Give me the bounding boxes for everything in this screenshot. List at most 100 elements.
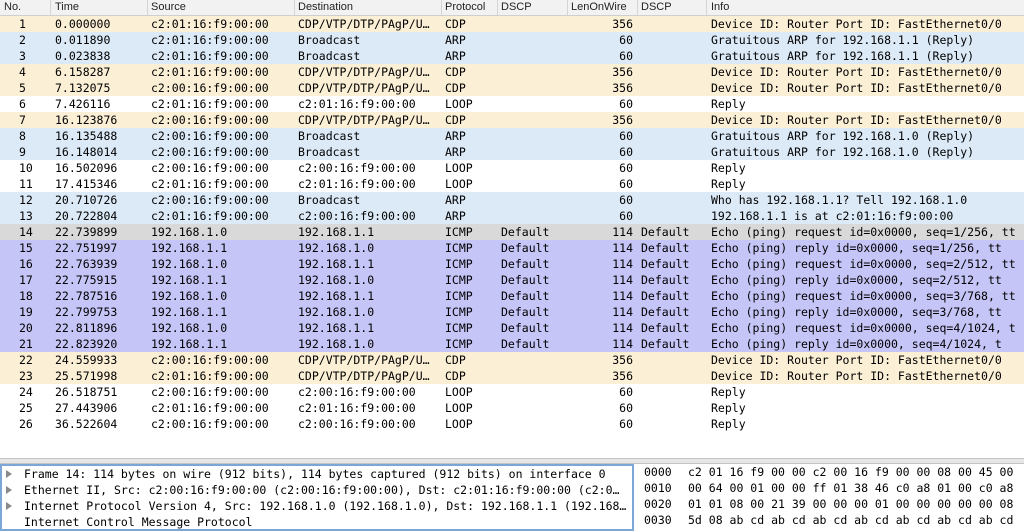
hex-bytes[interactable]: 5d 08 ab cd ab cd ab cd ab cd ab cd ab c… [688,513,1013,527]
detail-tree-row[interactable]: Internet Control Message Protocol [2,514,632,529]
packet-row[interactable]: 21 22.823920 192.168.1.1 192.168.1.0 ICMP Def… [0,336,1024,352]
packet-cell-proto: ARP [445,209,466,223]
packet-row[interactable]: 3 0.023838 c2:01:16:f9:00:00 Broadcast ARP 60… [0,48,1024,64]
packet-cell-src: c2:00:16:f9:00:00 [151,145,269,159]
hex-row: 0030 5d 08 ab cd ab cd ab cd ab cd ab cd … [640,512,1024,528]
packet-cell-info: Who has 192.168.1.1? Tell 192.168.1.0 [711,193,968,207]
column-header-dscp-2[interactable]: DSCP [641,1,672,13]
packet-cell-time: 7.132075 [55,81,111,95]
packet-cell-src: c2:01:16:f9:00:00 [151,33,269,47]
packet-cell-dst: 192.168.1.1 [298,321,375,335]
packet-cell-len: 60 [619,161,633,175]
column-separator[interactable] [294,0,295,15]
column-separator[interactable] [50,0,51,15]
packet-cell-src: 192.168.1.0 [151,257,228,271]
packet-row[interactable]: 19 22.799753 192.168.1.1 192.168.1.0 ICMP Def… [0,304,1024,320]
column-header-protocol[interactable]: Protocol [445,1,485,13]
packet-bytes-pane[interactable]: 0000 c2 01 16 f9 00 00 c2 00 16 f9 00 00 … [640,464,1024,531]
packet-row[interactable]: 1 0.000000 c2:01:16:f9:00:00 CDP/VTP/DTP/PA… [0,16,1024,32]
packet-row[interactable]: 4 6.158287 c2:01:16:f9:00:00 CDP/VTP/DTP/PA… [0,64,1024,80]
packet-cell-proto: ICMP [445,273,473,287]
packet-cell-info: Gratuitous ARP for 192.168.1.0 (Reply) [711,129,975,143]
packet-cell-dst: CDP/VTP/DTP/PAgP/U… [298,65,430,79]
packet-cell-dst: c2:01:16:f9:00:00 [298,401,416,415]
packet-cell-dscp2: Default [641,305,690,319]
packet-cell-proto: ARP [445,193,466,207]
expand-triangle-icon[interactable] [6,486,12,494]
hex-bytes[interactable]: c2 01 16 f9 00 00 c2 00 16 f9 00 00 08 0… [688,465,1013,479]
packet-row[interactable]: 9 16.148014 c2:00:16:f9:00:00 Broadcast ARP 6… [0,144,1024,160]
packet-cell-src: c2:01:16:f9:00:00 [151,401,269,415]
packet-row[interactable]: 11 17.415346 c2:01:16:f9:00:00 c2:01:16:f9:… [0,176,1024,192]
packet-row[interactable]: 2 0.011890 c2:01:16:f9:00:00 Broadcast ARP 60… [0,32,1024,48]
packet-row[interactable]: 5 7.132075 c2:00:16:f9:00:00 CDP/VTP/DTP/PA… [0,80,1024,96]
packet-cell-dscp: Default [501,289,550,303]
column-separator[interactable] [567,0,568,15]
detail-tree-row[interactable]: Frame 14: 114 bytes on wire (912 bits), … [2,466,632,482]
packet-row[interactable]: 15 22.751997 192.168.1.1 192.168.1.0 ICMP Def… [0,240,1024,256]
column-separator[interactable] [147,0,148,15]
column-header-no[interactable]: No. [4,1,21,13]
packet-cell-dst: Broadcast [298,193,361,207]
packet-cell-dst: c2:00:16:f9:00:00 [298,417,416,431]
packet-cell-info: Reply [711,385,746,399]
packet-cell-len: 60 [619,401,633,415]
packet-cell-info: Device ID: Router Port ID: FastEthernet0… [711,65,1002,79]
detail-tree-row[interactable]: Ethernet II, Src: c2:00:16:f9:00:00 (c2:… [2,482,632,498]
column-header-source[interactable]: Source [151,1,186,13]
packet-cell-time: 22.799753 [55,305,118,319]
detail-tree-label: Internet Protocol Version 4, Src: 192.16… [24,499,627,513]
column-header-lenonwire[interactable]: LenOnWire [571,1,627,13]
packet-row[interactable]: 13 20.722804 c2:01:16:f9:00:00 c2:00:16:f9:… [0,208,1024,224]
column-header-destination[interactable]: Destination [298,1,353,13]
packet-cell-len: 114 [612,225,633,239]
packet-cell-info: Echo (ping) reply id=0x0000, seq=4/1024,… [711,337,1002,351]
column-header-info[interactable]: Info [711,1,729,13]
packet-row[interactable]: 6 7.426116 c2:01:16:f9:00:00 c2:01:16:f9:00… [0,96,1024,112]
packet-cell-dst: c2:00:16:f9:00:00 [298,209,416,223]
packet-cell-time: 22.811896 [55,321,118,335]
packet-cell-src: c2:01:16:f9:00:00 [151,65,269,79]
packet-row[interactable]: 7 16.123876 c2:00:16:f9:00:00 CDP/VTP/DTP/P… [0,112,1024,128]
expand-triangle-icon[interactable] [6,470,12,478]
packet-cell-len: 60 [619,97,633,111]
packet-row[interactable]: 23 25.571998 c2:01:16:f9:00:00 CDP/VTP/DTP/… [0,368,1024,384]
packet-row[interactable]: 16 22.763939 192.168.1.0 192.168.1.1 ICMP Def… [0,256,1024,272]
packet-row[interactable]: 22 24.559933 c2:00:16:f9:00:00 CDP/VTP/DTP/… [0,352,1024,368]
packet-cell-time: 22.787516 [55,289,118,303]
packet-row[interactable]: 8 16.135488 c2:00:16:f9:00:00 Broadcast ARP 6… [0,128,1024,144]
column-separator[interactable] [441,0,442,15]
packet-cell-time: 22.763939 [55,257,118,271]
packet-cell-dscp: Default [501,241,550,255]
packet-cell-len: 60 [619,385,633,399]
expand-triangle-icon[interactable] [6,502,12,510]
detail-tree-row[interactable]: Internet Protocol Version 4, Src: 192.16… [2,498,632,514]
column-header-time[interactable]: Time [55,1,79,13]
packet-row[interactable]: 25 27.443906 c2:01:16:f9:00:00 c2:01:16:f9:… [0,400,1024,416]
packet-row[interactable]: 26 36.522604 c2:00:16:f9:00:00 c2:00:16:f9:… [0,416,1024,432]
hex-bytes[interactable]: 00 64 00 01 00 00 ff 01 38 46 c0 a8 01 0… [688,481,1013,495]
packet-cell-dscp: Default [501,257,550,271]
packet-row[interactable]: 18 22.787516 192.168.1.0 192.168.1.1 ICMP Def… [0,288,1024,304]
packet-row[interactable]: 12 20.710726 c2:00:16:f9:00:00 Broadcast ARP… [0,192,1024,208]
packet-cell-dst: 192.168.1.0 [298,337,375,351]
column-separator[interactable] [637,0,638,15]
packet-cell-src: c2:00:16:f9:00:00 [151,81,269,95]
packet-row[interactable]: 24 26.518751 c2:00:16:f9:00:00 c2:00:16:f9:… [0,384,1024,400]
packet-row[interactable]: 14 22.739899 192.168.1.0 192.168.1.1 ICMP Def… [0,224,1024,240]
packet-cell-dst: c2:01:16:f9:00:00 [298,177,416,191]
packet-list[interactable]: 1 0.000000 c2:01:16:f9:00:00 CDP/VTP/DTP/PA… [0,16,1024,458]
packet-cell-len: 114 [612,337,633,351]
packet-cell-dscp2: Default [641,289,690,303]
packet-row[interactable]: 10 16.502096 c2:00:16:f9:00:00 c2:00:16:f9:… [0,160,1024,176]
packet-row[interactable]: 17 22.775915 192.168.1.1 192.168.1.0 ICMP Def… [0,272,1024,288]
packet-cell-info: Device ID: Router Port ID: FastEthernet0… [711,353,1002,367]
packet-row[interactable]: 20 22.811896 192.168.1.0 192.168.1.1 ICMP Def… [0,320,1024,336]
column-header-dscp[interactable]: DSCP [501,1,532,13]
packet-cell-src: c2:00:16:f9:00:00 [151,193,269,207]
packet-details-pane[interactable]: Frame 14: 114 bytes on wire (912 bits), … [0,464,634,531]
hex-bytes[interactable]: 01 01 08 00 21 39 00 00 00 01 00 00 00 0… [688,497,1013,511]
column-separator[interactable] [706,0,707,15]
column-separator[interactable] [497,0,498,15]
packet-cell-info: Gratuitous ARP for 192.168.1.1 (Reply) [711,49,975,63]
